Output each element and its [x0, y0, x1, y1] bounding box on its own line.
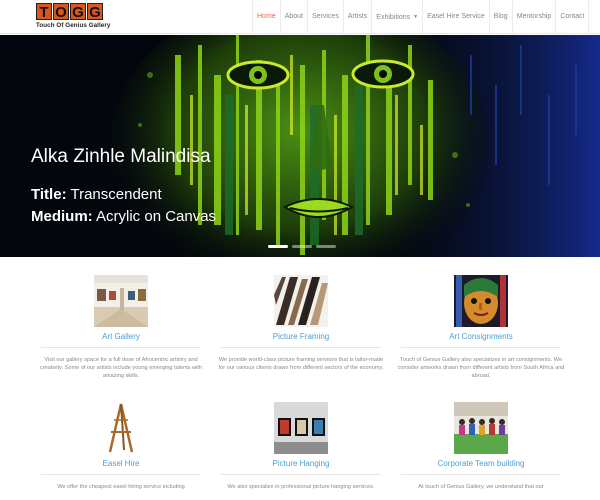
slider-pagination — [268, 245, 336, 248]
logo-letter: G — [87, 3, 103, 21]
art-consignments-image[interactable] — [454, 275, 508, 327]
divider — [221, 347, 381, 348]
slider-dot[interactable] — [268, 245, 288, 248]
service-description: We also specialize in professional pictu… — [227, 484, 375, 490]
medium-label: Medium: — [31, 208, 93, 225]
logo-tagline: Touch Of Genius Gallery — [36, 22, 111, 29]
medium-value: Acrylic on Canvas — [96, 208, 217, 225]
service-description: At touch of Genius Gallery, we understan… — [418, 484, 544, 490]
service-picture-framing: Picture Framing We provide world-class p… — [211, 275, 391, 372]
service-corporate-team-building: Corporate Team building At touch of Geni… — [391, 402, 571, 491]
nav-label: Blog — [493, 13, 508, 20]
nav-label: Home — [257, 13, 276, 20]
nav-label: Services — [311, 13, 339, 20]
nav-item-mentorship[interactable]: Mentorship — [511, 0, 556, 34]
service-description: Touch of Genius Gallery also specializes… — [397, 357, 565, 379]
service-title[interactable]: Corporate Team building — [391, 459, 571, 468]
divider — [401, 347, 561, 348]
nav-label: Artists — [347, 13, 368, 20]
title-value: Transcendent — [70, 186, 162, 203]
service-description: We offer the cheapest easel hiring servi… — [57, 484, 185, 490]
service-title[interactable]: Art Gallery — [31, 332, 211, 341]
site-logo[interactable]: T O G G Touch Of Genius Gallery — [36, 3, 111, 32]
nav-item-exhibitions[interactable]: Exhibitions ▼ — [371, 0, 422, 34]
nav-label: Exhibitions — [376, 14, 411, 21]
service-title[interactable]: Easel Hire — [31, 459, 211, 468]
divider — [401, 474, 561, 475]
title-label: Title: — [31, 186, 67, 203]
nav-item-easel-hire-service[interactable]: Easel Hire Service — [422, 0, 489, 34]
picture-framing-image[interactable] — [274, 275, 328, 327]
logo-mark: T O G G — [36, 3, 106, 21]
corporate-team-building-image[interactable] — [454, 402, 508, 454]
logo-letter: T — [36, 3, 52, 21]
logo-letter: O — [53, 3, 69, 21]
service-easel-hire: Easel Hire We offer the cheapest easel h… — [31, 402, 211, 491]
hero-artist-name: Alka Zinhle Malindisa — [31, 146, 211, 167]
nav-item-services[interactable]: Services — [306, 0, 343, 34]
nav-item-about[interactable]: About — [279, 0, 307, 34]
service-description: Visit our gallery space for a full dose … — [39, 357, 203, 379]
nav-item-blog[interactable]: Blog — [488, 0, 512, 34]
main-nav: Home About Services Artists Exhibitions ▼… — [252, 0, 590, 34]
nav-item-contact[interactable]: Contact — [555, 0, 590, 34]
nav-item-artists[interactable]: Artists — [342, 0, 371, 34]
service-description: We provide world-class picture framing s… — [218, 357, 384, 371]
art-gallery-image[interactable] — [94, 275, 148, 327]
divider — [41, 347, 201, 348]
nav-label: About — [284, 13, 303, 20]
site-header: T O G G Touch Of Genius Gallery Home Abo… — [0, 0, 600, 34]
logo-letter: G — [70, 3, 86, 21]
service-art-gallery: Art Gallery Visit our gallery space for … — [31, 275, 211, 380]
divider — [221, 474, 381, 475]
service-title[interactable]: Art Consignments — [391, 332, 571, 341]
hero-slider[interactable]: Alka Zinhle Malindisa Title: Transcenden… — [0, 35, 600, 257]
hero-artwork-title: Title: Transcendent — [31, 186, 162, 203]
service-picture-hanging: Picture Hanging We also specialize in pr… — [211, 402, 391, 491]
nav-item-home[interactable]: Home — [252, 0, 280, 34]
picture-hanging-image[interactable] — [274, 402, 328, 454]
chevron-down-icon: ▼ — [413, 14, 419, 20]
nav-label: Mentorship — [516, 13, 552, 20]
slider-dot[interactable] — [316, 245, 336, 248]
hero-artwork-medium: Medium: Acrylic on Canvas — [31, 208, 216, 225]
service-art-consignments: Art Consignments Touch of Genius Gallery… — [391, 275, 571, 380]
easel-hire-image[interactable] — [94, 402, 148, 454]
nav-label: Easel Hire Service — [427, 13, 485, 20]
service-title[interactable]: Picture Hanging — [211, 459, 391, 468]
service-title[interactable]: Picture Framing — [211, 332, 391, 341]
divider — [41, 474, 201, 475]
slider-dot[interactable] — [292, 245, 312, 248]
nav-label: Contact — [560, 13, 585, 20]
